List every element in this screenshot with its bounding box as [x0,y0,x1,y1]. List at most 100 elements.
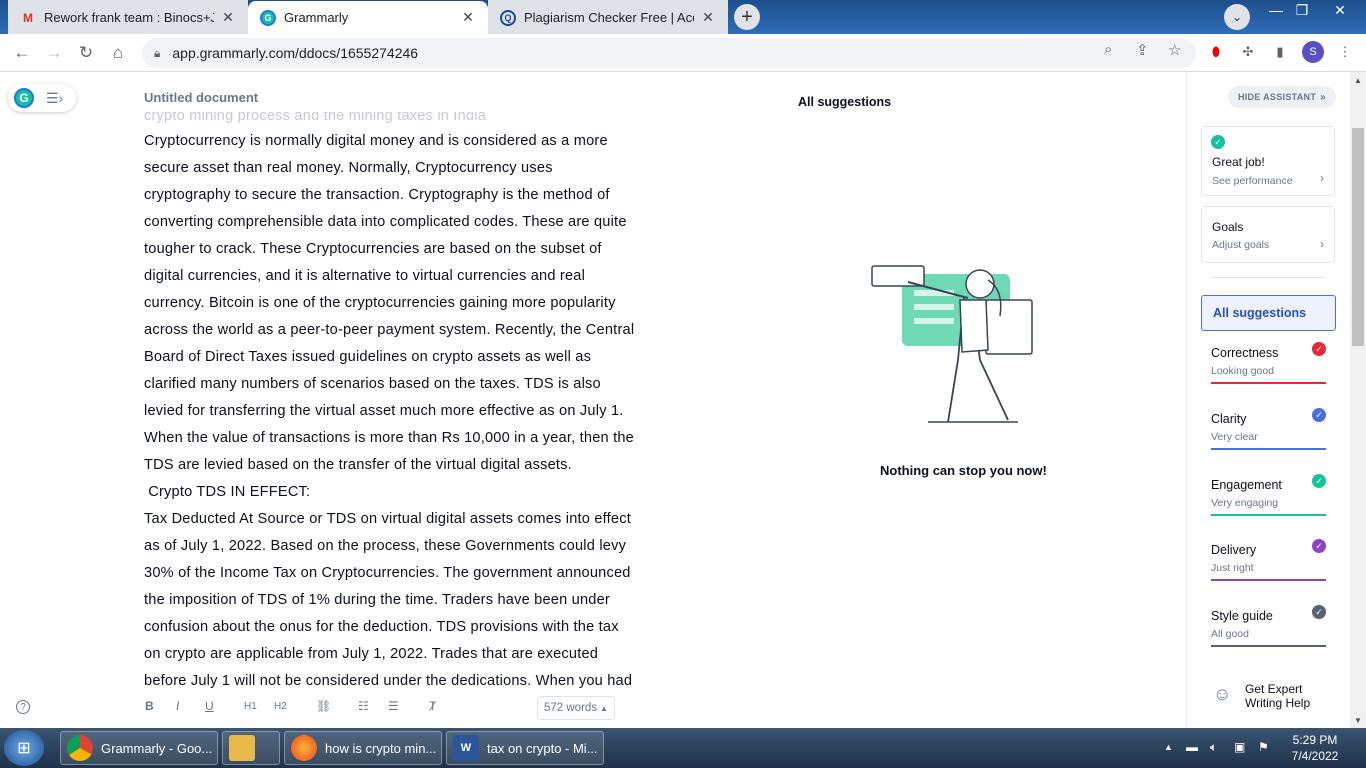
category-status: Very engaging [1211,497,1279,509]
taskbar-item-explorer[interactable] [222,731,280,765]
back-button[interactable]: ← [10,41,34,65]
scroll-down-icon[interactable]: ▼ [1354,716,1362,725]
system-clock[interactable]: 5:29 PM 7/4/2022 [1280,732,1350,764]
divider [1211,277,1325,278]
page-scrollbar[interactable]: ▲ ▼ [1350,72,1366,728]
bookmark-star-icon[interactable]: ☆ [1168,41,1181,59]
tab-title: Rework frank team : Binocs+June [44,10,214,25]
action-center-flag-icon[interactable]: ⚑ [1258,740,1269,754]
category-name: Style guide [1211,609,1273,623]
text-line: confusion about the onus for the deducti… [144,619,619,635]
close-icon[interactable]: ✕ [460,9,476,26]
heading-2-button[interactable]: H2 [274,701,287,712]
home-button[interactable]: ⌂ [106,41,130,65]
all-suggestions-tab[interactable]: All suggestions [1201,295,1336,331]
forward-button[interactable]: → [42,41,66,65]
category-clarity[interactable]: Clarity Very clear ✓ [1211,406,1326,450]
italic-button[interactable]: I [176,699,179,713]
address-bar[interactable]: 🔒︎ app.grammarly.com/ddocs/1655274246 [142,38,1196,68]
goals-subtitle: Adjust goals [1212,239,1270,251]
reload-icon: ↻ [78,43,94,62]
taskbar-item-label: how is crypto min... [325,740,437,756]
chevron-down-icon: ⌄ [1231,10,1243,24]
show-hidden-icons-icon[interactable]: ▲ [1164,742,1173,752]
taskbar-item-firefox[interactable]: how is crypto min... [284,731,442,765]
grammarly-logo-icon: G [14,88,34,108]
hamburger-menu-icon[interactable]: ☰› [46,90,63,107]
category-style-guide[interactable]: Style guide All good ✓ [1211,603,1326,647]
performance-card[interactable]: ✓ Great job! See performance › [1201,126,1335,196]
lock-icon: 🔒︎ [154,45,161,60]
category-status: Very clear [1211,431,1258,443]
start-button[interactable]: ⊞ [4,730,44,766]
document-body[interactable]: crypto mining process and the mining tax… [144,112,654,690]
faded-text-line: crypto mining process and the mining tax… [144,112,486,124]
network-icon[interactable]: ▣ [1234,740,1245,754]
check-icon: ✓ [1211,135,1225,149]
link-icon[interactable]: ⛓︎ [316,699,331,713]
text-line: When the value of transactions is more t… [144,430,634,446]
close-window-button[interactable]: ✕ [1326,0,1354,20]
adblock-extension-icon[interactable]: ⬮ [1207,43,1225,61]
bulleted-list-icon[interactable]: ☰ [388,699,399,713]
taskbar-item-label: Grammarly - Goo... [101,740,213,756]
browser-toolbar: ← → ↻ ⌂ 🔒︎ app.grammarly.com/ddocs/16552… [0,34,1366,72]
kebab-menu-icon[interactable]: ⋮ [1336,43,1354,61]
text-line: converting comprehensible data into comp… [144,214,627,230]
scroll-up-icon[interactable]: ▲ [1354,76,1362,85]
person-presenting-illustration [871,265,1033,423]
reload-button[interactable]: ↻ [74,41,98,65]
heading-1-button[interactable]: H1 [244,701,257,712]
expert-help-button[interactable]: ☺ Get Expert Writing Help [1211,678,1331,712]
tab-grammarly[interactable]: G Grammarly ✕ [248,1,488,34]
category-delivery[interactable]: Delivery Just right ✓ [1211,537,1326,581]
close-icon[interactable]: ✕ [700,9,716,26]
tab-search-button[interactable]: ⌄ [1224,4,1250,30]
check-icon: ✓ [1312,342,1326,356]
minimize-icon: — [1269,2,1283,18]
text-line: secure asset than real money. Normally, … [144,160,553,176]
grammarly-menu-pill[interactable]: G ☰› [8,84,76,112]
text-line: Cryptocurrency is normally digital money… [144,133,608,149]
word-count-button[interactable]: 572 words ▲ [537,696,615,720]
tab-plagiarism-checker[interactable]: Q Plagiarism Checker Free | Accurat ✕ [488,1,728,34]
category-engagement[interactable]: Engagement Very engaging ✓ [1211,472,1326,516]
arrow-left-icon: ← [13,43,31,62]
extensions-puzzle-icon[interactable]: ✣ [1239,43,1257,61]
category-correctness[interactable]: Correctness Looking good ✓ [1211,340,1326,384]
taskbar-item-word[interactable]: W tax on crypto - Mi... [446,731,604,765]
taskbar-item-chrome[interactable]: Grammarly - Goo... [60,731,218,765]
grammarly-editor-page: G ☰› Untitled document crypto mining pro… [0,72,1366,728]
document-title[interactable]: Untitled document [144,90,258,105]
tab-gmail[interactable]: M Rework frank team : Binocs+June ✕ [8,1,248,34]
clear-formatting-icon[interactable]: Ⱦ [429,699,436,713]
bold-button[interactable]: B [145,699,154,713]
close-icon[interactable]: ✕ [220,9,236,26]
category-status: All good [1211,628,1249,640]
scrollbar-thumb[interactable] [1352,128,1364,346]
text-line: cryptography to secure the transaction. … [144,187,610,203]
goals-card[interactable]: Goals Adjust goals › [1201,206,1335,263]
volume-icon[interactable]: 🔈︎ [1210,740,1217,755]
tab-title: Grammarly [284,10,349,25]
category-name: Engagement [1211,478,1282,492]
numbered-list-icon[interactable]: ☷ [358,699,369,713]
text-line: Board of Direct Taxes issued guidelines … [144,349,592,365]
windows-taskbar: ⊞ Grammarly - Goo... how is crypto min..… [0,728,1366,768]
share-icon[interactable]: ⇪ [1136,41,1149,59]
gmail-icon: M [23,10,33,25]
text-line: Tax Deducted At Source or TDS on virtual… [144,511,631,527]
text-line: before July 1 will not be considered und… [144,673,633,689]
profile-avatar[interactable]: S [1302,41,1324,63]
chrome-icon [67,735,93,761]
restore-button[interactable]: ❐ [1288,0,1316,20]
check-icon: ✓ [1312,408,1326,422]
hide-assistant-button[interactable]: HIDE ASSISTANT » [1228,86,1336,108]
device-icon[interactable]: ▬ [1186,740,1198,754]
new-tab-button[interactable]: + [734,4,760,30]
minimize-button[interactable]: — [1262,0,1290,20]
zoom-icon[interactable]: ⌕ [1104,41,1112,58]
side-panel-icon[interactable]: ▮ [1271,43,1289,61]
arrow-right-icon: → [45,43,63,62]
underline-button[interactable]: U [205,699,214,713]
